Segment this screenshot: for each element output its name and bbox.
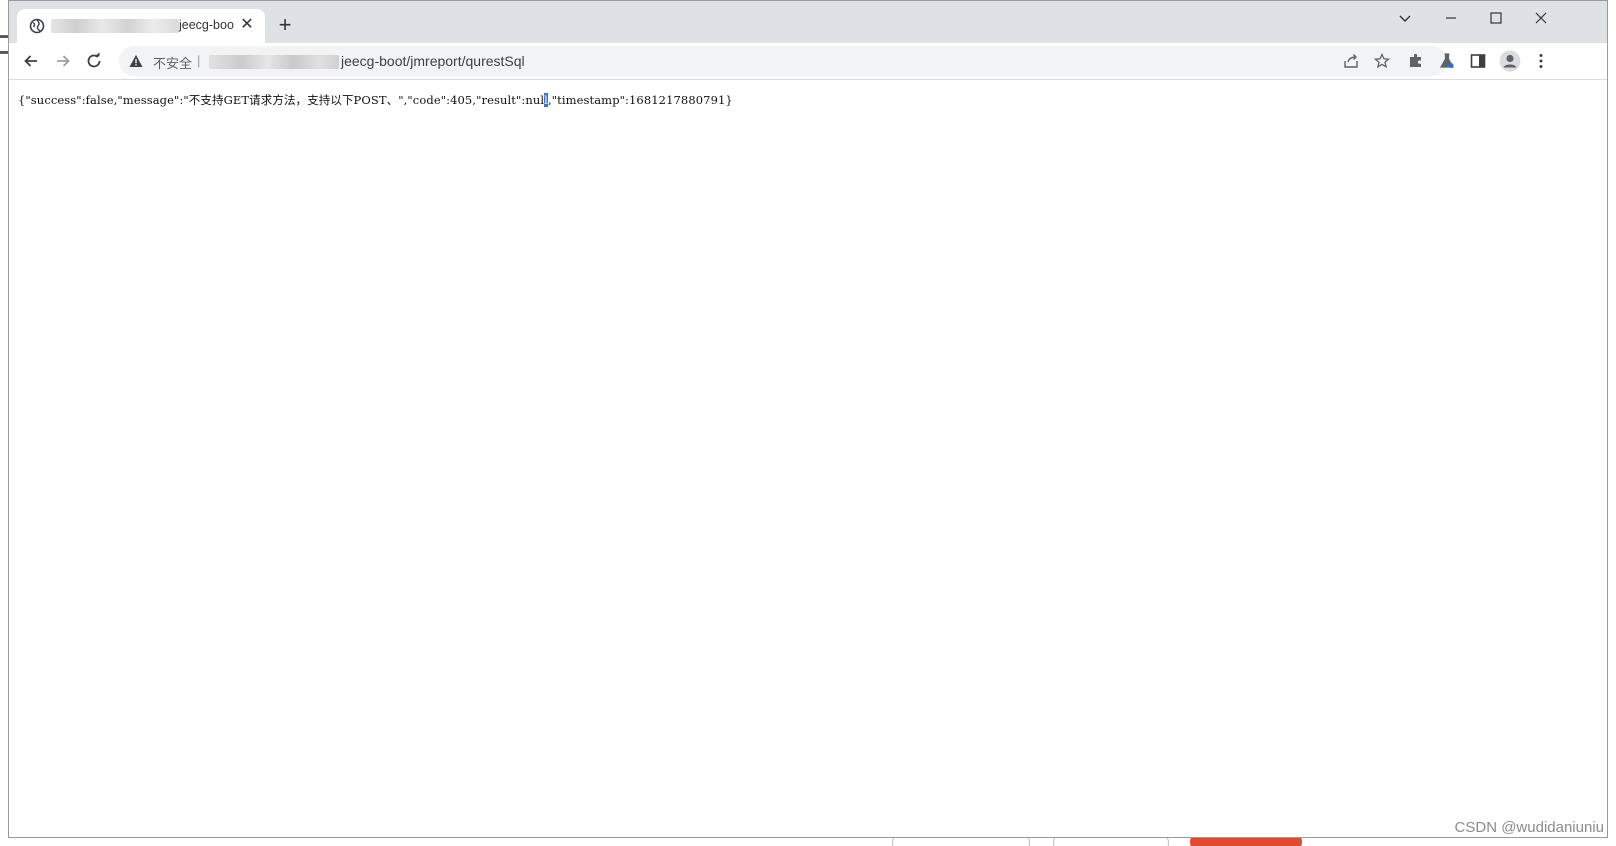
- kebab-menu-icon[interactable]: [1532, 52, 1550, 70]
- tab-strip: jeecg-boo ✕ +: [9, 1, 1607, 43]
- tab-active[interactable]: jeecg-boo ✕: [17, 9, 265, 43]
- chevron-down-icon: [1399, 15, 1411, 22]
- background-button: [892, 838, 1030, 846]
- tab-search-button[interactable]: [1383, 5, 1427, 31]
- forward-button[interactable]: [49, 47, 77, 75]
- url-text[interactable]: jeecg-boot/jmreport/qurestSql: [341, 53, 525, 69]
- back-button[interactable]: [17, 47, 45, 75]
- maximize-icon: [1490, 12, 1502, 24]
- minimize-icon: [1446, 17, 1456, 19]
- watermark: CSDN @wudidaniuniu: [1454, 819, 1604, 836]
- background-glyph: ⊃: [0, 24, 8, 64]
- side-panel-icon[interactable]: [1469, 52, 1487, 70]
- background-button: [1053, 838, 1169, 846]
- reload-button[interactable]: [80, 47, 108, 75]
- globe-icon: [29, 18, 45, 34]
- reload-icon: [87, 52, 101, 68]
- separator: |: [197, 53, 201, 68]
- security-status[interactable]: 不安全: [153, 53, 192, 72]
- json-response: {"success":false,"message":"不支持GET请求方法，支…: [18, 92, 733, 108]
- redacted-host: [51, 18, 179, 33]
- maximize-button[interactable]: [1474, 5, 1518, 31]
- star-icon[interactable]: [1374, 53, 1390, 69]
- json-text-after: ,"timestamp":1681217880791}: [547, 93, 733, 107]
- minimize-button[interactable]: [1429, 5, 1473, 31]
- background-button-red: [1190, 838, 1302, 846]
- arrow-right-icon: [57, 55, 70, 67]
- tab-close-icon[interactable]: ✕: [239, 17, 255, 33]
- tab-title: jeecg-boo: [51, 18, 241, 33]
- redacted-host: [209, 55, 339, 69]
- json-text-before: {"success":false,"message":"不支持GET请求方法，支…: [18, 93, 545, 107]
- flask-icon[interactable]: [1438, 52, 1456, 70]
- background-desktop: ⊃: [0, 0, 8, 846]
- background-bottom: [0, 838, 1616, 846]
- puzzle-icon[interactable]: [1407, 52, 1425, 70]
- share-icon[interactable]: [1343, 53, 1359, 69]
- arrow-left-icon: [24, 55, 37, 67]
- browser-window: jeecg-boo ✕ + 不安全 | jeecg-boot/jmreport/…: [8, 0, 1608, 838]
- close-window-button[interactable]: [1519, 5, 1563, 31]
- page-content: {"success":false,"message":"不支持GET请求方法，支…: [9, 80, 1607, 837]
- toolbar: 不安全 | jeecg-boot/jmreport/qurestSql: [9, 43, 1607, 80]
- close-icon: [1535, 12, 1547, 24]
- warning-icon[interactable]: [129, 54, 143, 68]
- avatar-icon[interactable]: [1499, 50, 1521, 72]
- tab-title-text: jeecg-boo: [179, 18, 234, 32]
- address-bar[interactable]: 不安全 | jeecg-boot/jmreport/qurestSql: [119, 46, 1447, 76]
- new-tab-button[interactable]: +: [275, 14, 295, 36]
- screen: ⊃ jeecg-boo ✕ +: [0, 0, 1616, 846]
